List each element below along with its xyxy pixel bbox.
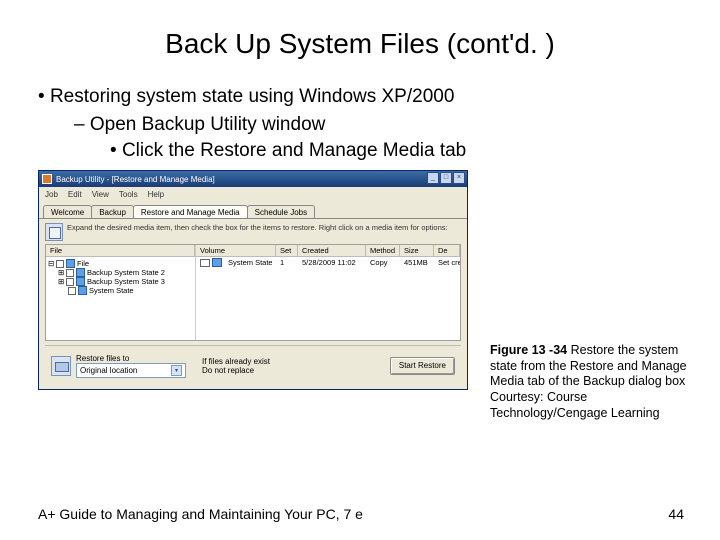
bullet-level2: Open Backup Utility window bbox=[74, 114, 682, 136]
tree: ⊟ File ⊞ Backup System State 2 ⊞ bbox=[46, 257, 195, 297]
cell-volume: System State bbox=[224, 258, 272, 267]
tab-restore[interactable]: Restore and Manage Media bbox=[133, 205, 248, 218]
exist-value: Do not replace bbox=[202, 366, 270, 375]
instruction-icon bbox=[45, 223, 63, 241]
tree-item-label: Backup System State 3 bbox=[87, 277, 165, 286]
instruction-text: Expand the desired media item, then chec… bbox=[67, 223, 448, 232]
tree-panel: File ⊟ File ⊞ Backup System State 2 bbox=[46, 245, 196, 340]
chevron-down-icon: ▾ bbox=[171, 365, 182, 376]
col-size[interactable]: Size bbox=[400, 245, 434, 256]
menu-view[interactable]: View bbox=[92, 190, 109, 199]
menu-help[interactable]: Help bbox=[148, 190, 164, 199]
list-row[interactable]: System State 1 5/28/2009 11:02 Copy 451M… bbox=[196, 257, 460, 268]
col-volume[interactable]: Volume bbox=[196, 245, 276, 256]
system-state-icon bbox=[212, 258, 222, 267]
left-header: File bbox=[46, 245, 195, 256]
cell-method: Copy bbox=[366, 258, 400, 267]
app-icon bbox=[42, 174, 52, 184]
checkbox-icon[interactable] bbox=[68, 287, 76, 295]
minimize-icon[interactable]: _ bbox=[427, 172, 439, 184]
close-icon[interactable]: × bbox=[453, 172, 465, 184]
tree-item[interactable]: ⊞ Backup System State 3 bbox=[48, 277, 193, 286]
window-title: Backup Utility - [Restore and Manage Med… bbox=[56, 175, 215, 184]
exist-label: If files already exist bbox=[202, 357, 270, 366]
cell-de: Set cre bbox=[434, 258, 460, 267]
tab-bar: Welcome Backup Restore and Manage Media … bbox=[39, 201, 467, 218]
media-icon bbox=[76, 268, 85, 277]
tree-item-label: Backup System State 2 bbox=[87, 268, 165, 277]
tree-item[interactable]: System State bbox=[48, 286, 193, 295]
bullet-level3: Click the Restore and Manage Media tab bbox=[110, 140, 682, 162]
tree-root-label: File bbox=[77, 259, 89, 268]
figure-courtesy: Courtesy: Course Technology/Cengage Lear… bbox=[490, 390, 660, 420]
bullet-level1: Restoring system state using Windows XP/… bbox=[38, 86, 682, 108]
tab-welcome[interactable]: Welcome bbox=[43, 205, 92, 218]
figure-caption: Figure 13 -34 Restore the system state f… bbox=[490, 343, 690, 421]
cell-created: 5/28/2009 11:02 bbox=[298, 258, 366, 267]
list-headers: Volume Set Created Method Size De bbox=[196, 245, 460, 257]
figure-label: Figure 13 -34 bbox=[490, 343, 571, 357]
exist-group: If files already exist Do not replace bbox=[202, 357, 270, 375]
panels: File ⊟ File ⊞ Backup System State 2 bbox=[45, 244, 461, 341]
media-icon bbox=[76, 277, 85, 286]
page-number: 44 bbox=[668, 506, 684, 522]
tab-schedule[interactable]: Schedule Jobs bbox=[247, 205, 315, 218]
tab-backup[interactable]: Backup bbox=[91, 205, 134, 218]
restore-to-value: Original location bbox=[80, 366, 137, 375]
tab-body: Expand the desired media item, then chec… bbox=[39, 218, 467, 389]
maximize-icon[interactable]: □ bbox=[440, 172, 452, 184]
col-created[interactable]: Created bbox=[298, 245, 366, 256]
restore-to-icon bbox=[51, 356, 71, 376]
slide-title: Back Up System Files (cont'd. ) bbox=[0, 0, 720, 78]
menu-edit[interactable]: Edit bbox=[68, 190, 82, 199]
start-restore-button[interactable]: Start Restore bbox=[390, 357, 455, 375]
tree-item-label: System State bbox=[89, 286, 134, 295]
cell-size: 451MB bbox=[400, 258, 434, 267]
system-state-icon bbox=[78, 286, 87, 295]
list-panel: Volume Set Created Method Size De System… bbox=[196, 245, 460, 340]
bottom-bar: Restore files to Original location ▾ If … bbox=[45, 345, 461, 385]
footer-book-title: A+ Guide to Managing and Maintaining You… bbox=[38, 506, 363, 522]
menu-job[interactable]: Job bbox=[45, 190, 58, 199]
instruction-row: Expand the desired media item, then chec… bbox=[45, 223, 461, 241]
window-titlebar: Backup Utility - [Restore and Manage Med… bbox=[39, 171, 467, 187]
checkbox-icon[interactable] bbox=[66, 278, 74, 286]
checkbox-icon[interactable] bbox=[66, 269, 74, 277]
tree-item[interactable]: ⊞ Backup System State 2 bbox=[48, 268, 193, 277]
cell-set: 1 bbox=[276, 258, 298, 267]
col-set[interactable]: Set bbox=[276, 245, 298, 256]
restore-to-dropdown[interactable]: Original location ▾ bbox=[76, 363, 186, 378]
embedded-screenshot: Backup Utility - [Restore and Manage Med… bbox=[38, 170, 468, 390]
folder-icon bbox=[66, 259, 75, 268]
menu-tools[interactable]: Tools bbox=[119, 190, 138, 199]
restore-to-label: Restore files to bbox=[76, 354, 186, 363]
tree-root[interactable]: ⊟ File bbox=[48, 259, 193, 268]
checkbox-icon[interactable] bbox=[56, 260, 64, 268]
checkbox-icon[interactable] bbox=[200, 259, 210, 267]
menu-bar: Job Edit View Tools Help bbox=[39, 187, 467, 201]
restore-to-group: Restore files to Original location ▾ bbox=[51, 354, 186, 378]
col-de[interactable]: De bbox=[434, 245, 460, 256]
col-method[interactable]: Method bbox=[366, 245, 400, 256]
window-buttons: _ □ × bbox=[427, 172, 465, 184]
slide-content: Restoring system state using Windows XP/… bbox=[0, 86, 720, 162]
